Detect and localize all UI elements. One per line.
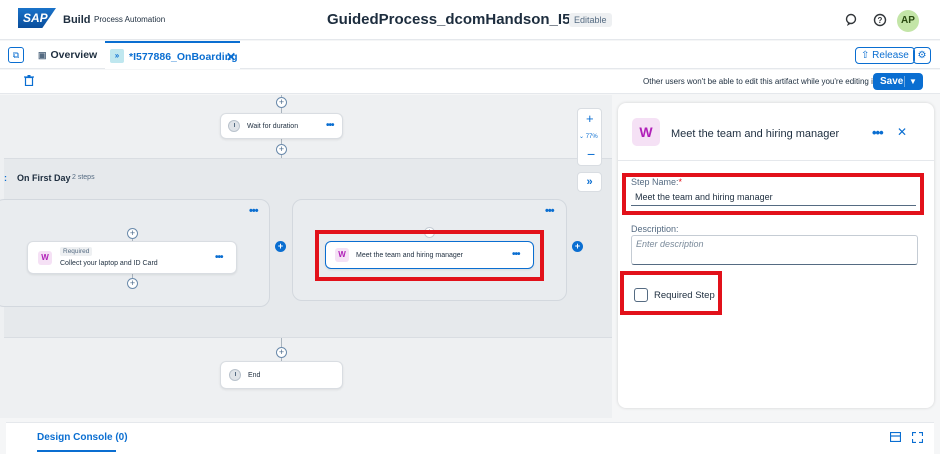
panel-more-icon[interactable]: ••• — [872, 125, 884, 140]
add-step-icon[interactable]: + — [127, 228, 138, 239]
editor-toolbar: Other users won't be able to edit this a… — [0, 70, 940, 94]
shell-bar: SAP Build Process Automation GuidedProce… — [0, 0, 940, 40]
user-avatar[interactable]: AP — [897, 10, 919, 32]
zoom-value: 77% — [585, 134, 598, 140]
group-more-icon[interactable]: ••• — [249, 205, 259, 217]
add-step-icon[interactable]: + — [276, 144, 287, 155]
minimize-console-icon[interactable] — [889, 431, 902, 445]
end-icon — [229, 369, 241, 381]
end-label: End — [248, 372, 261, 379]
properties-panel: W Meet the team and hiring manager ••• ✕… — [618, 103, 934, 408]
lane-marker-icon: : — [4, 173, 7, 183]
chevron-down-icon: ⌄ — [579, 134, 586, 140]
zoom-out-icon[interactable]: − — [587, 146, 595, 162]
add-step-icon[interactable]: + — [276, 347, 287, 358]
lane-step-count: 2 steps — [72, 174, 95, 181]
editable-badge: Editable — [569, 13, 612, 27]
highlight-box — [622, 173, 924, 215]
chevron-down-icon[interactable]: ▼ — [909, 73, 917, 90]
description-input[interactable]: Enter description — [631, 235, 918, 265]
app-name: Build — [63, 14, 91, 26]
close-icon[interactable]: ✕ — [897, 125, 907, 139]
step1-label: Collect your laptop and ID Card — [60, 260, 158, 267]
highlight-box — [620, 271, 722, 315]
lock-message: Other users won't be able to edit this a… — [643, 77, 878, 86]
lane-title: On First Day — [17, 173, 71, 183]
tab-onboarding[interactable]: » *I577886_OnBoarding ✕ — [105, 41, 240, 69]
step1-more-icon[interactable]: ••• — [215, 252, 223, 263]
tab-bar: ⧉ ▣ Overview » *I577886_OnBoarding ✕ ⇧ Re… — [0, 41, 940, 69]
tab-overview[interactable]: ▣ Overview — [38, 41, 97, 69]
zoom-level[interactable]: ⌄ 77% — [579, 133, 598, 140]
tab-underline — [37, 450, 116, 452]
navigator-toggle-icon[interactable]: ⧉ — [8, 47, 24, 63]
tab-design-console[interactable]: Design Console (0) — [37, 432, 128, 443]
feedback-icon[interactable] — [844, 13, 858, 27]
wait-for-duration-node[interactable]: Wait for duration ••• — [220, 113, 343, 139]
svg-text:?: ? — [878, 16, 883, 25]
fullscreen-icon[interactable] — [911, 431, 924, 446]
help-icon[interactable]: ? — [873, 13, 887, 27]
add-parallel-icon[interactable]: + — [572, 241, 583, 252]
description-label: Description: — [631, 224, 679, 234]
overview-icon: ▣ — [38, 50, 47, 60]
panel-title: Meet the team and hiring manager — [671, 128, 840, 140]
save-button[interactable]: Save ▼ — [873, 73, 923, 90]
add-step-icon[interactable]: + — [127, 278, 138, 289]
clock-icon — [228, 120, 240, 132]
release-button[interactable]: ⇧ Release — [855, 47, 915, 64]
save-divider — [904, 76, 905, 87]
required-tag: Required — [60, 247, 93, 256]
group-more-icon[interactable]: ••• — [545, 205, 555, 217]
tab-onboarding-label: *I577886_OnBoarding — [129, 51, 238, 63]
app-subtitle: Process Automation — [94, 15, 166, 24]
tab-overview-label: Overview — [50, 49, 98, 61]
release-label: Release — [872, 50, 909, 61]
settings-gear-icon[interactable]: ⚙ — [913, 47, 931, 64]
step-node-collect-laptop[interactable]: W Required Collect your laptop and ID Ca… — [27, 241, 237, 274]
process-canvas[interactable]: + Wait for duration ••• + : On First Day… — [0, 95, 612, 418]
panel-divider — [618, 160, 934, 161]
end-node[interactable]: End — [220, 361, 343, 389]
wait-node-more-icon[interactable]: ••• — [326, 120, 334, 131]
highlight-box — [315, 230, 544, 281]
save-label: Save — [880, 76, 904, 87]
add-parallel-icon[interactable]: + — [275, 241, 286, 252]
trash-icon[interactable] — [24, 75, 34, 89]
expand-panel-icon[interactable]: » — [577, 172, 602, 192]
zoom-control: + ⌄ 77% − — [577, 108, 602, 166]
process-icon: » — [110, 49, 124, 63]
wait-node-label: Wait for duration — [247, 123, 299, 130]
zoom-in-icon[interactable]: + — [586, 111, 594, 126]
sap-logo[interactable]: SAP — [18, 8, 56, 28]
step-type-icon: W — [632, 118, 660, 146]
step-type-icon: W — [38, 251, 52, 265]
add-step-icon[interactable]: + — [276, 97, 287, 108]
close-tab-icon[interactable]: ✕ — [226, 43, 236, 71]
upload-icon: ⇧ — [861, 50, 870, 61]
design-console: Design Console (0) — [6, 422, 934, 454]
